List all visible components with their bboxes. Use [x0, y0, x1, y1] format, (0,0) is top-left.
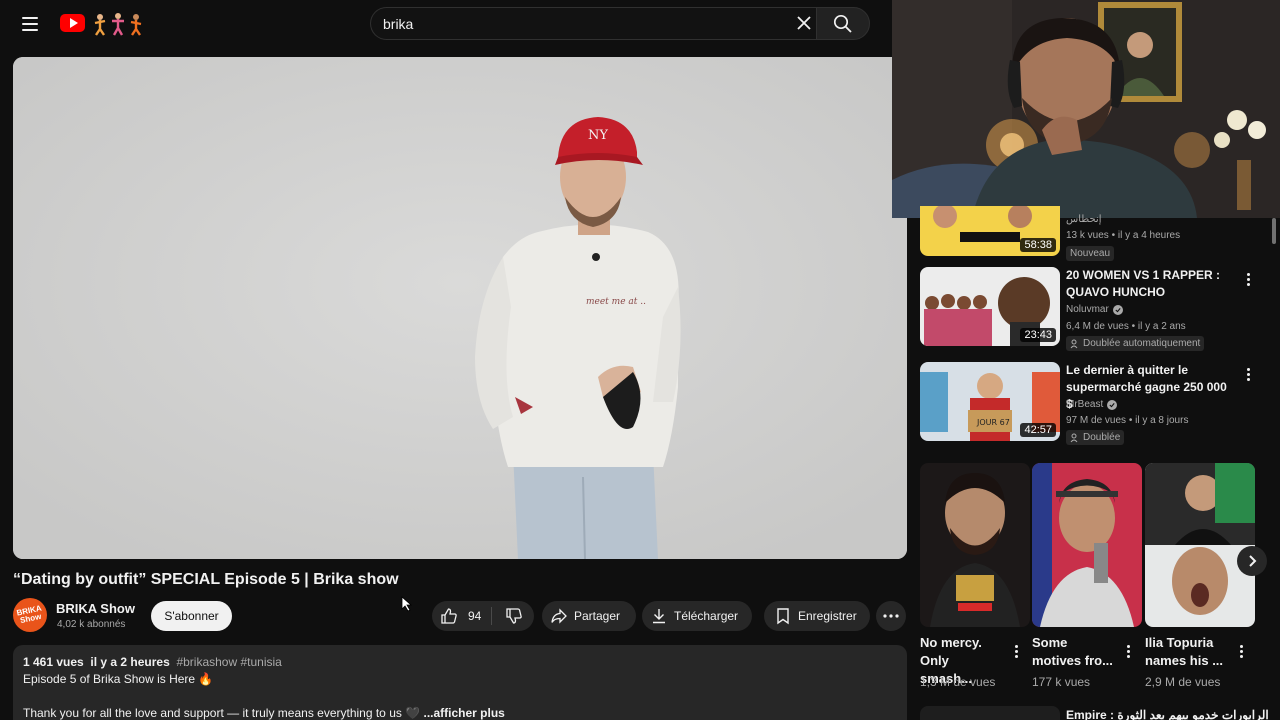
svg-text:NY: NY [588, 128, 608, 143]
video-thumbnail[interactable] [920, 706, 1060, 720]
top-bar [0, 0, 892, 48]
webcam-overlay [892, 0, 1280, 218]
recommended-video-1[interactable]: 58:38 إنحطاس 13 k vues • il y a 4 heures… [920, 206, 1270, 261]
more-options-icon[interactable] [1233, 643, 1249, 659]
youtube-logo-icon[interactable] [60, 14, 85, 32]
verified-icon [1107, 399, 1118, 410]
description-text: Thank you for all the love and support —… [23, 706, 421, 720]
view-count: 1 461 vues [23, 655, 84, 669]
video-badge: Nouveau [1066, 246, 1115, 261]
video-duration: 58:38 [1020, 238, 1056, 252]
video-thumbnail[interactable]: JOUR 67 42:57 [920, 362, 1060, 441]
share-icon [551, 608, 567, 624]
more-options-icon[interactable] [1008, 643, 1024, 659]
video-badge-label: Doublée automatiquement [1083, 338, 1201, 349]
search-box [370, 7, 816, 40]
dubbed-icon [1070, 433, 1078, 442]
shorts-next-button[interactable] [1237, 546, 1267, 576]
channel-name[interactable]: BRIKA Show [56, 601, 135, 616]
like-button[interactable]: 94 [432, 601, 492, 631]
short-views: 2,9 M de vues [1145, 675, 1221, 689]
upload-date: il y a 2 heures [90, 655, 170, 669]
more-options-icon[interactable] [1240, 366, 1256, 382]
clear-search-icon[interactable] [794, 13, 814, 33]
recommended-video-2[interactable]: 23:43 20 WOMEN VS 1 RAPPER : QUAVO HUNCH… [920, 267, 1270, 351]
video-meta: 6,4 M de vues • il y a 2 ans [1066, 321, 1186, 332]
search-input[interactable] [383, 15, 763, 33]
video-channel[interactable]: Noluvmar [1066, 304, 1123, 315]
short-title[interactable]: Some motives fro... [1032, 634, 1116, 670]
webcam-image [892, 0, 1280, 218]
hamburger-menu-icon[interactable] [14, 8, 46, 40]
video-badge-label: Nouveau [1070, 248, 1111, 259]
more-actions-button[interactable] [876, 601, 906, 631]
recommended-video-3[interactable]: JOUR 67 42:57 Le dernier à quitter le su… [920, 362, 1270, 445]
video-title[interactable]: Empire : الرابورات خدمو بيهم بعد الثورة [1066, 708, 1269, 720]
share-label: Partager [574, 609, 621, 623]
video-thumbnail[interactable]: 23:43 [920, 267, 1060, 346]
youtube-doodle-icon[interactable] [91, 11, 145, 37]
verified-icon [1112, 304, 1123, 315]
thumbs-down-icon [505, 608, 522, 624]
search-icon [833, 14, 852, 33]
download-button[interactable]: Télécharger [642, 601, 752, 631]
short-thumbnail[interactable] [1032, 463, 1142, 627]
bookmark-icon [777, 608, 789, 625]
hashtags[interactable]: #brikashow #tunisia [176, 655, 281, 669]
subscribe-button[interactable]: S'abonner [151, 601, 232, 631]
like-dislike-group: 94 [432, 601, 534, 631]
channel-label: MrBeast [1066, 399, 1104, 410]
search-button[interactable] [816, 7, 870, 40]
more-horizontal-icon [883, 614, 899, 618]
download-label: Télécharger [674, 609, 739, 623]
channel-avatar[interactable]: BRIKA Show [13, 598, 47, 632]
video-title: “Dating by outfit” SPECIAL Episode 5 | B… [13, 571, 399, 588]
dislike-button[interactable] [493, 601, 534, 631]
svg-text:meet me at ..: meet me at .. [586, 297, 646, 307]
video-duration: 23:43 [1020, 328, 1056, 342]
channel-avatar-label: BRIKA Show [15, 603, 43, 626]
video-meta: 97 M de vues • il y a 8 jours [1066, 415, 1189, 426]
thumbs-up-icon [441, 608, 457, 624]
short-thumbnail[interactable] [1145, 463, 1255, 627]
sidebar-scrollbar[interactable] [1272, 218, 1276, 244]
video-badge: Doublée [1066, 430, 1125, 445]
save-button[interactable]: Enregistrer [764, 601, 870, 631]
video-channel[interactable]: إنحطاس [1066, 214, 1101, 225]
subscriber-count: 4,02 k abonnés [57, 619, 126, 630]
more-options-icon[interactable] [1120, 643, 1136, 659]
description-box[interactable]: 1 461 vues il y a 2 heures #brikashow #t… [13, 645, 907, 720]
video-player[interactable]: meet me at .. NY [13, 57, 907, 559]
save-label: Enregistrer [798, 609, 857, 623]
like-count: 94 [468, 609, 482, 623]
video-thumbnail[interactable]: 58:38 [920, 206, 1060, 256]
show-more-link[interactable]: ...afficher plus [423, 706, 504, 720]
description-line-2: Thank you for all the love and support —… [23, 706, 505, 720]
video-badge: Doublée automatiquement [1066, 336, 1205, 351]
dubbed-icon [1070, 339, 1078, 348]
svg-text:JOUR 67: JOUR 67 [976, 418, 1010, 427]
like-divider [491, 607, 492, 625]
video-channel[interactable]: MrBeast [1066, 399, 1118, 410]
recommended-video-4[interactable]: Empire : الرابورات خدمو بيهم بعد الثورة [920, 706, 1270, 720]
mouse-cursor-icon [401, 596, 413, 612]
short-thumbnail[interactable] [920, 463, 1030, 627]
chevron-right-icon [1249, 555, 1257, 567]
video-duration: 42:57 [1020, 423, 1056, 437]
description-meta: 1 461 vues il y a 2 heures #brikashow #t… [23, 655, 282, 669]
video-meta: 13 k vues • il y a 4 heures [1066, 230, 1181, 241]
short-views: 177 k vues [1032, 675, 1091, 689]
download-icon [653, 609, 665, 624]
channel-label: Noluvmar [1066, 304, 1109, 315]
short-views: 1,3 M de vues [920, 675, 996, 689]
video-badge-label: Doublée [1083, 432, 1121, 443]
short-title[interactable]: Ilia Topuria names his ... [1145, 634, 1229, 670]
video-title[interactable]: 20 WOMEN VS 1 RAPPER : QUAVO HUNCHO [1066, 267, 1236, 301]
more-options-icon[interactable] [1240, 271, 1256, 287]
description-line-1: Episode 5 of Brika Show is Here 🔥 [23, 672, 214, 686]
share-button[interactable]: Partager [542, 601, 636, 631]
video-frame: meet me at .. NY [13, 57, 907, 559]
